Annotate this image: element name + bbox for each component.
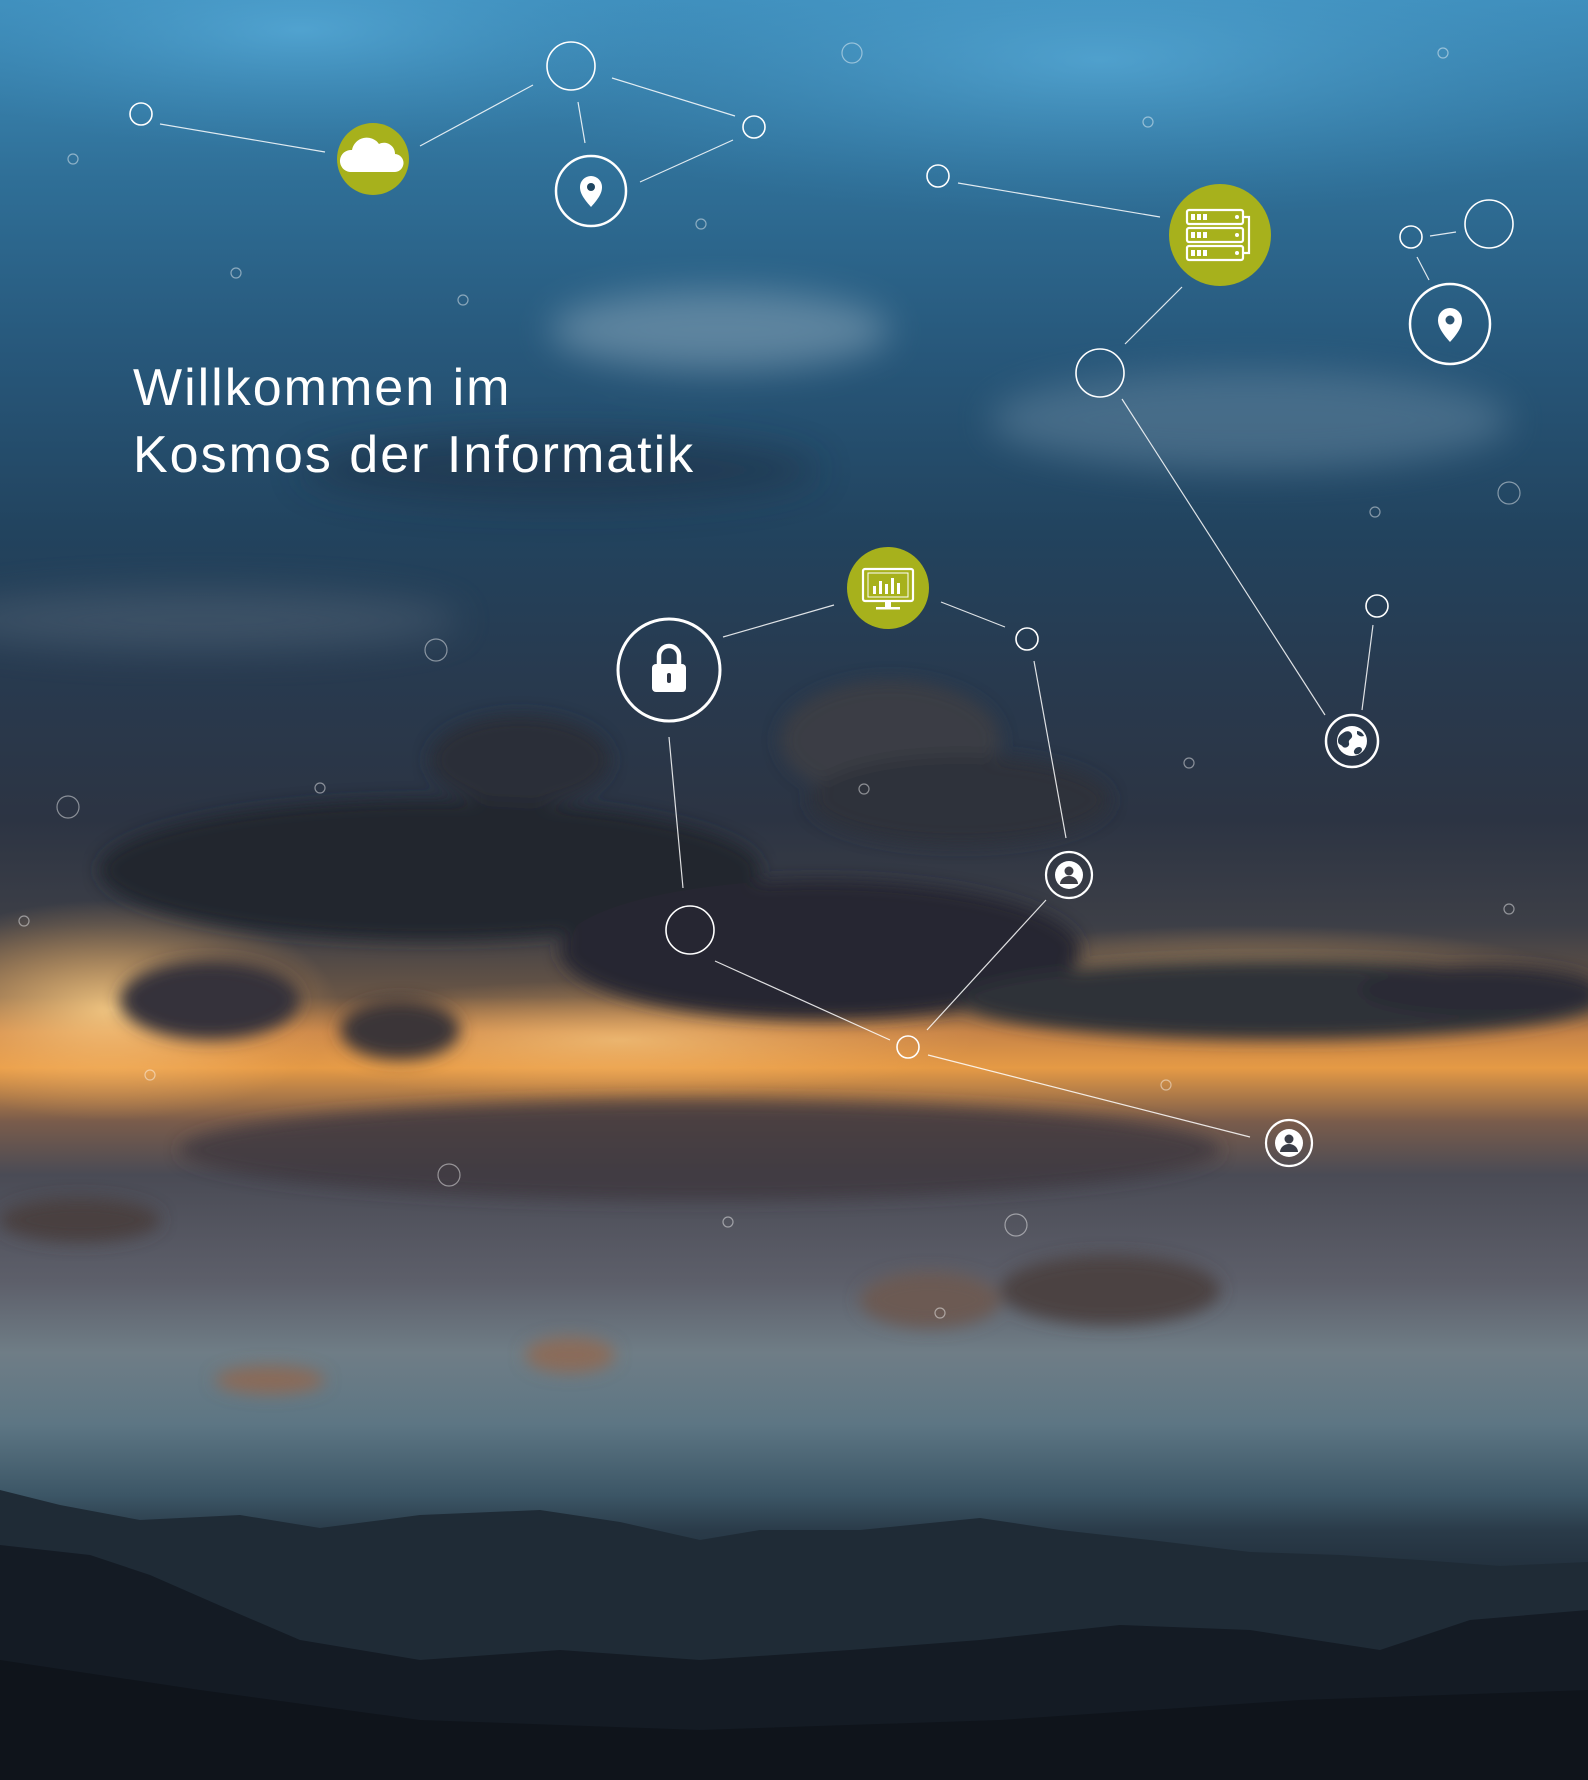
cloud-icon bbox=[337, 123, 409, 195]
headline: Willkommen im Kosmos der Informatik bbox=[133, 355, 695, 489]
server-icon bbox=[1169, 184, 1271, 286]
star-dot bbox=[457, 294, 469, 306]
star-dot bbox=[67, 153, 79, 165]
headline-line-2: Kosmos der Informatik bbox=[133, 426, 696, 484]
network-node bbox=[742, 115, 766, 139]
globe-icon bbox=[1324, 713, 1380, 769]
location-pin-icon bbox=[554, 154, 628, 228]
lock-icon bbox=[616, 617, 722, 723]
star-dot bbox=[841, 42, 863, 64]
network-node bbox=[129, 102, 153, 126]
network-node bbox=[1365, 594, 1389, 618]
network-nodes bbox=[129, 41, 1514, 1059]
star-dot bbox=[1004, 1213, 1028, 1237]
star-dot bbox=[437, 1163, 461, 1187]
hero-scene: Willkommen im Kosmos der Informatik bbox=[0, 0, 1588, 1780]
star-dot bbox=[1437, 47, 1449, 59]
star-dot bbox=[695, 218, 707, 230]
network-node bbox=[1464, 199, 1514, 249]
user-icon bbox=[1264, 1118, 1314, 1168]
network-constellation bbox=[18, 41, 1521, 1319]
star-dot bbox=[1369, 506, 1381, 518]
star-dot bbox=[1142, 116, 1154, 128]
network-node bbox=[1399, 225, 1423, 249]
star-dot bbox=[722, 1216, 734, 1228]
star-dot bbox=[230, 267, 242, 279]
network-node bbox=[1015, 627, 1039, 651]
star-dot bbox=[934, 1307, 946, 1319]
star-dot bbox=[858, 783, 870, 795]
headline-line-1: Willkommen im bbox=[133, 359, 512, 417]
star-dot bbox=[1183, 757, 1195, 769]
star-dot bbox=[56, 795, 80, 819]
star-dot bbox=[314, 782, 326, 794]
star-dot bbox=[1160, 1079, 1172, 1091]
user-icon bbox=[1044, 850, 1094, 900]
network-node bbox=[926, 164, 950, 188]
star-dot bbox=[18, 915, 30, 927]
network-node bbox=[665, 905, 715, 955]
background-stars bbox=[18, 42, 1521, 1319]
network-node bbox=[546, 41, 596, 91]
monitor-chart-icon bbox=[847, 547, 929, 629]
network-node bbox=[896, 1035, 920, 1059]
star-dot bbox=[424, 638, 448, 662]
star-dot bbox=[1503, 903, 1515, 915]
star-dot bbox=[144, 1069, 156, 1081]
network-node bbox=[1075, 348, 1125, 398]
star-dot bbox=[1497, 481, 1521, 505]
location-pin-icon bbox=[1408, 282, 1492, 366]
